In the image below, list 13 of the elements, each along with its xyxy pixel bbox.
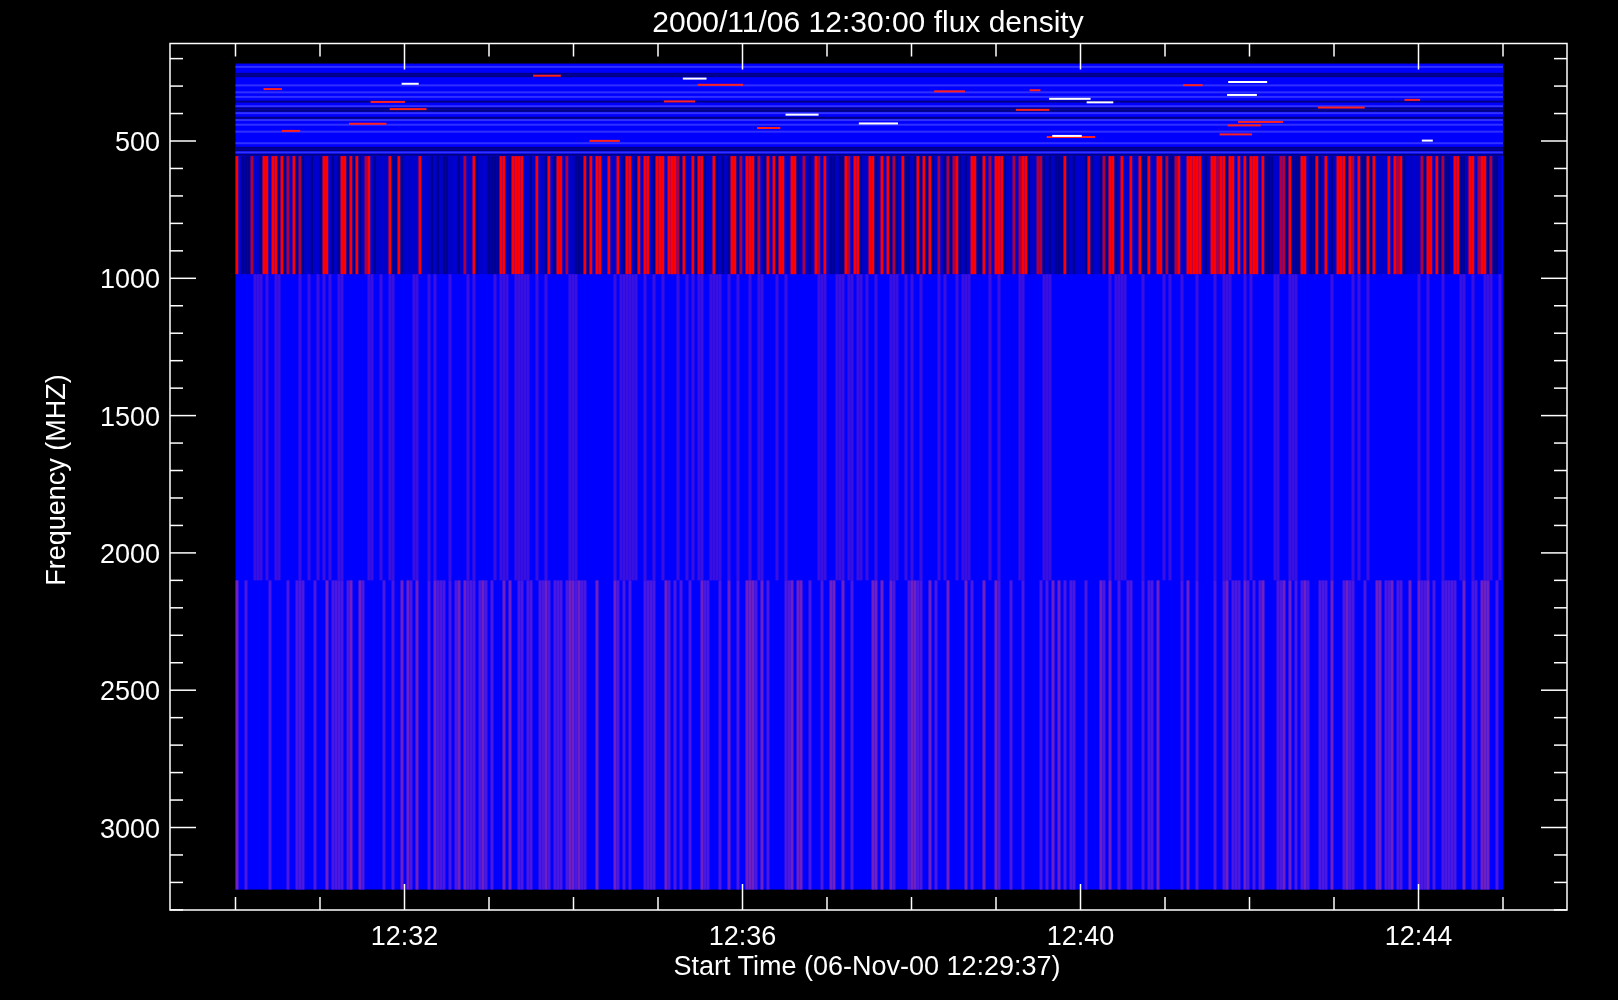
tick-label: 12:40 xyxy=(1046,921,1115,951)
tick-label: 12:44 xyxy=(1384,921,1453,951)
axis-label: Start Time (06-Nov-00 12:29:37) xyxy=(673,951,1061,981)
tick-label: 2000 xyxy=(99,538,160,569)
tick-label: 500 xyxy=(114,127,160,157)
tick-label: 1500 xyxy=(99,401,160,432)
tick-label: 2500 xyxy=(99,676,160,707)
chart-title: 2000/11/06 12:30:00 flux density xyxy=(652,5,1084,38)
tick-label: 12:36 xyxy=(708,921,777,951)
tick-label: 1000 xyxy=(99,264,160,295)
tick-label: 3000 xyxy=(99,813,160,844)
tick-label: 12:32 xyxy=(370,921,439,951)
axis-label: Frequency (MHZ) xyxy=(41,374,71,586)
